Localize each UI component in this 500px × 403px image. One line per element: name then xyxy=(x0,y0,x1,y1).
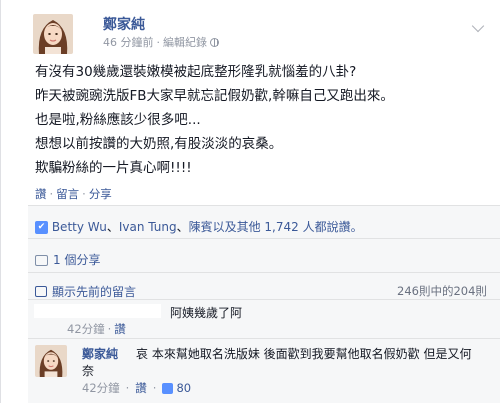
comment-text: 奈 xyxy=(82,364,95,378)
comment-meta: 42分鐘 · 讚 xyxy=(67,322,126,336)
post-actions: 讚 · 留言 · 分享 xyxy=(35,186,112,202)
shares-count[interactable]: 1 個分享 xyxy=(53,253,100,267)
view-previous-comments-label[interactable]: 顯示先前的留言 xyxy=(52,283,136,300)
comment-time[interactable]: 42分鐘 xyxy=(82,380,120,396)
post-timestamp[interactable]: 46 分鐘前 xyxy=(103,34,154,50)
post-text-line: 有沒有30幾歲還裝嫩模被起底整形隆乳就惱羞的八卦? xyxy=(35,64,357,80)
action-separator: · xyxy=(82,187,86,201)
post-text-line: 也是啦,粉絲應該少很多吧... xyxy=(35,112,201,128)
comment-like-button[interactable]: 讚 xyxy=(114,322,126,336)
edit-history-link[interactable]: 編輯紀錄 xyxy=(163,34,207,50)
thumbs-up-icon xyxy=(162,382,174,394)
view-previous-comments[interactable]: 顯示先前的留言 xyxy=(35,283,136,300)
ufi-divider xyxy=(28,338,500,339)
comment-text: 阿姨幾歲了阿 xyxy=(170,306,243,320)
author-avatar[interactable] xyxy=(33,14,73,54)
share-button[interactable]: 分享 xyxy=(89,187,112,201)
comment-text: 哀 本來幫她取名洗版妹 後面歡到我要幫他取名假奶歡 但是又何 xyxy=(136,347,472,361)
thumbs-up-icon: ✔ xyxy=(35,221,48,234)
post-text-line: 想想以前按讚的大奶照,有股淡淡的哀桑。 xyxy=(35,136,283,152)
comment-like-button[interactable]: 讚 xyxy=(135,380,147,396)
comment-meta: 42分鐘 · 讚 · 80 xyxy=(82,380,192,396)
ufi-divider xyxy=(28,238,500,239)
comment-button[interactable]: 留言 xyxy=(56,187,79,201)
redacted-commenter xyxy=(34,304,161,318)
shares-summary[interactable]: 1 個分享 xyxy=(35,251,100,268)
like-button[interactable]: 讚 xyxy=(35,187,47,201)
liker-name[interactable]: Betty Wu xyxy=(52,220,107,234)
post-author-name[interactable]: 鄭家純 xyxy=(103,14,145,34)
post-text-line: 欺騙粉絲的一片真心啊!!!! xyxy=(35,160,192,176)
commenter-name[interactable]: 鄭家純 xyxy=(82,345,118,362)
post-meta: 46 分鐘前 · 編輯紀錄 xyxy=(103,34,219,50)
post-text-line: 昨天被豌豌洗版FB大家早就忘記假奶歡,幹嘛自己又跑出來。 xyxy=(35,88,394,104)
liker-name[interactable]: Ivan Tung xyxy=(119,220,177,234)
meta-separator: · xyxy=(156,35,161,49)
comment-bubble-icon xyxy=(35,286,47,297)
globe-icon[interactable] xyxy=(210,37,219,47)
liker-separator: 、 xyxy=(176,220,189,234)
action-separator: · xyxy=(49,187,54,201)
commenter-avatar[interactable] xyxy=(35,345,67,377)
ufi-divider xyxy=(28,272,500,273)
comment-like-count[interactable]: 80 xyxy=(176,381,191,395)
comment-count: 246則中的204則 xyxy=(397,284,487,298)
likes-summary: ✔ Betty Wu、Ivan Tung、陳賓以及其他 1,742 人都說讚。 xyxy=(35,218,363,235)
comment-time[interactable]: 42分鐘 xyxy=(67,322,105,336)
likers-others-link[interactable]: 陳賓以及其他 1,742 人都說讚。 xyxy=(189,220,363,234)
liker-separator: 、 xyxy=(106,220,119,234)
share-icon xyxy=(35,255,48,266)
